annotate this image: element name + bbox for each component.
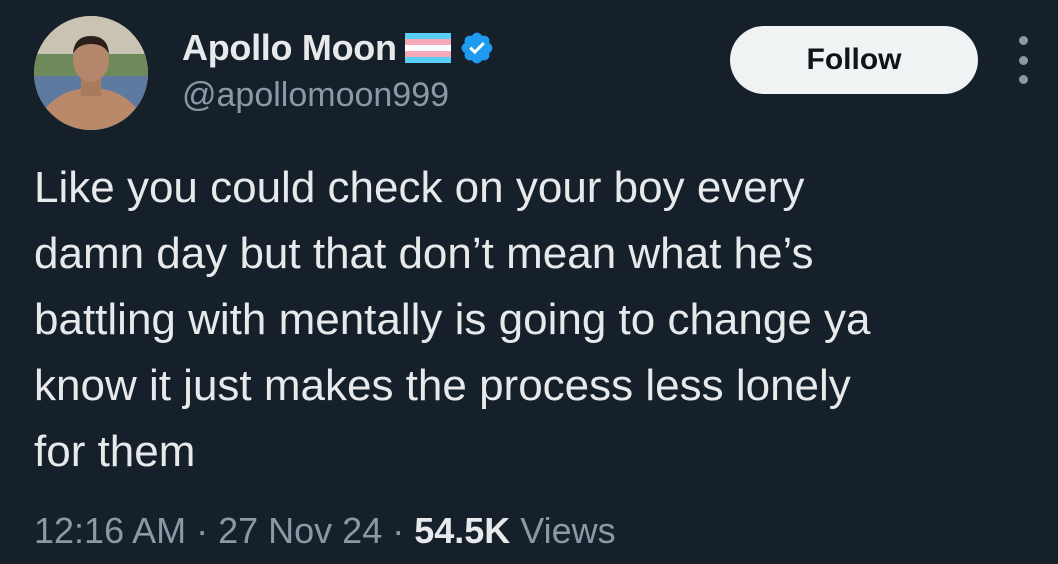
- transgender-flag-icon: [404, 33, 451, 63]
- separator-dot: ·: [392, 510, 405, 551]
- tweet-text-line: for them: [34, 427, 196, 476]
- tweet-text-line: battling with mentally is going to chang…: [34, 295, 871, 344]
- verified-badge-icon[interactable]: [459, 30, 495, 66]
- author-name-row[interactable]: Apollo Moon: [182, 26, 495, 70]
- avatar-photo: [34, 16, 148, 130]
- tweet-date[interactable]: 27 Nov 24: [218, 510, 382, 552]
- follow-button[interactable]: Follow: [730, 26, 978, 94]
- tweet-meta: 12:16 AM · 27 Nov 24 · 54.5K Views: [34, 508, 616, 554]
- tweet-text-line: Like you could check on your boy every: [34, 163, 805, 212]
- more-vertical-icon[interactable]: [1008, 36, 1038, 84]
- display-name[interactable]: Apollo Moon: [182, 27, 397, 69]
- more-dot: [1018, 36, 1028, 45]
- tweet-text: Like you could check on your boy every d…: [34, 155, 1044, 485]
- tweet-text-line: damn day but that don’t mean what he’s: [34, 229, 814, 278]
- views-count[interactable]: 54.5K: [414, 510, 510, 552]
- more-dot: [1018, 55, 1028, 65]
- views-label: Views: [520, 510, 616, 551]
- separator-dot: ·: [196, 510, 209, 551]
- tweet-text-line: know it just makes the process less lone…: [34, 361, 851, 410]
- avatar[interactable]: [34, 16, 148, 130]
- tweet-card: Apollo Moon @apollomoon999 Follow Like y…: [0, 0, 1058, 564]
- more-dot: [1018, 75, 1028, 84]
- tweet-time[interactable]: 12:16 AM: [34, 510, 186, 552]
- author-handle[interactable]: @apollomoon999: [182, 76, 449, 115]
